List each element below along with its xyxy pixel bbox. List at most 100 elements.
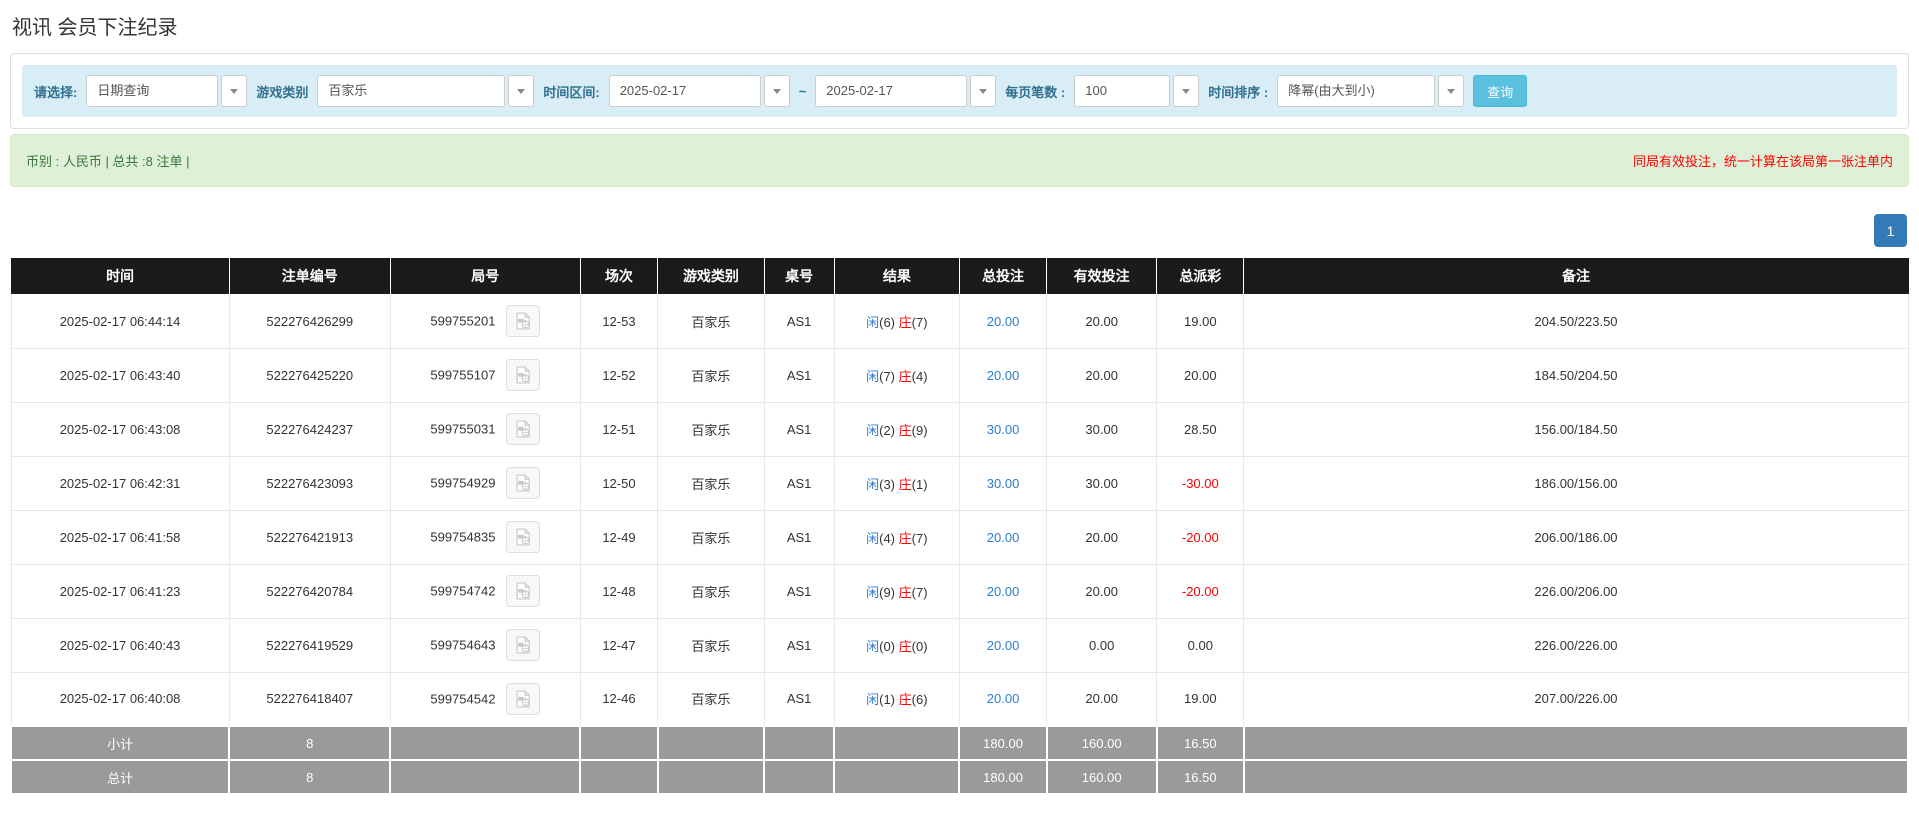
date-from-select[interactable]: 2025-02-17	[608, 75, 790, 107]
bet-no-cell: 522276423093	[228, 455, 391, 511]
sort-order-caret-button[interactable]	[1438, 75, 1465, 107]
grand-total-row: 总计 8 180.00 160.00 16.50	[9, 759, 1910, 795]
video-replay-button[interactable]	[506, 359, 541, 391]
game-type-cell: 百家乐	[657, 617, 765, 673]
game-type-value[interactable]: 百家乐	[317, 75, 506, 107]
sort-order-value[interactable]: 降幂(由大到小)	[1277, 75, 1436, 107]
game-type-cell: 百家乐	[657, 293, 765, 349]
result-banker-score: (4)	[911, 368, 928, 384]
column-header: 局号	[389, 258, 581, 295]
date-from-caret-button[interactable]	[763, 75, 790, 107]
result-player-label: 闲	[866, 584, 880, 600]
time-cell: 2025-02-17 06:43:40	[10, 347, 230, 403]
video-replay-button[interactable]	[506, 305, 541, 337]
date-to-select[interactable]: 2025-02-17	[815, 75, 997, 107]
summary-valid-bet: 160.00	[1045, 725, 1158, 761]
result-player-score: (7)	[879, 368, 896, 384]
page-button-1[interactable]: 1	[1874, 214, 1907, 247]
date-from-value[interactable]: 2025-02-17	[608, 75, 761, 107]
currency-summary-text: 币别 : 人民币 | 总共 :8 注单 |	[26, 154, 190, 169]
summary-empty	[1242, 725, 1910, 761]
result-banker-label: 庄	[898, 638, 912, 654]
date-to-caret-button[interactable]	[970, 75, 997, 107]
result-banker-label: 庄	[898, 368, 912, 384]
table-row: 2025-02-17 06:41:58 522276421913 599754835…	[10, 509, 1909, 565]
remark-cell: 226.00/206.00	[1243, 563, 1909, 619]
summary-label: 小计	[9, 725, 231, 761]
total-bet-cell[interactable]: 20.00	[958, 671, 1048, 727]
round-no: 599755107	[430, 367, 496, 383]
sort-order-label: 时间排序 :	[1208, 84, 1269, 100]
time-cell: 2025-02-17 06:40:43	[10, 617, 230, 673]
remark-cell: 186.00/156.00	[1243, 455, 1909, 511]
page-size-select[interactable]: 100	[1074, 75, 1200, 107]
round-no: 599754643	[430, 637, 496, 653]
summary-total-bet: 180.00	[958, 725, 1048, 761]
table-body: 2025-02-17 06:44:14 522276426299 599755201…	[10, 293, 1909, 727]
payout-cell: 20.00	[1156, 347, 1245, 403]
result-banker-label: 庄	[898, 530, 912, 546]
summary-empty	[579, 759, 659, 795]
summary-payout: 16.50	[1155, 725, 1245, 761]
page-size-caret-button[interactable]	[1173, 75, 1200, 107]
video-replay-button[interactable]	[506, 413, 541, 445]
result-banker-score: (1)	[911, 476, 928, 492]
video-record-icon	[516, 690, 530, 708]
page-size-label: 每页笔数 :	[1005, 84, 1066, 100]
summary-empty	[763, 725, 836, 761]
search-button[interactable]: 查询	[1473, 75, 1528, 107]
result-player-label: 闲	[866, 368, 880, 384]
result-banker-label: 庄	[898, 692, 912, 708]
page-size-value[interactable]: 100	[1074, 75, 1171, 107]
game-type-select[interactable]: 百家乐	[317, 75, 535, 107]
remark-cell: 156.00/184.50	[1243, 401, 1909, 457]
column-header: 时间	[10, 258, 230, 295]
bet-no-cell: 522276421913	[228, 509, 391, 565]
result-player-label: 闲	[866, 476, 880, 492]
game-type-cell: 百家乐	[657, 401, 765, 457]
video-record-icon	[516, 528, 530, 546]
result-banker-label: 庄	[898, 584, 912, 600]
round-no: 599755031	[430, 421, 496, 437]
chevron-down-icon	[230, 88, 239, 94]
remark-cell: 226.00/226.00	[1243, 617, 1909, 673]
game-type-caret-button[interactable]	[508, 75, 535, 107]
total-bet-cell[interactable]: 30.00	[958, 455, 1048, 511]
bet-no-cell: 522276425220	[228, 347, 391, 403]
summary-label: 总计	[9, 759, 231, 795]
sort-order-select[interactable]: 降幂(由大到小)	[1277, 75, 1465, 107]
result-player-label: 闲	[866, 638, 880, 654]
date-to-value[interactable]: 2025-02-17	[815, 75, 968, 107]
total-bet-cell[interactable]: 20.00	[958, 509, 1048, 565]
result-banker-score: (7)	[911, 530, 928, 546]
valid-bet-cell: 20.00	[1046, 293, 1158, 349]
round-no-cell: 599755107	[389, 347, 581, 403]
query-mode-select[interactable]: 日期查询	[86, 75, 248, 107]
total-bet-cell[interactable]: 20.00	[958, 563, 1048, 619]
session-cell: 12-52	[579, 347, 659, 403]
total-bet-cell[interactable]: 20.00	[958, 293, 1048, 349]
bet-records-table: 时间 注单编号 局号 场次 游戏类别 桌号 结果 总投注 有效投注 总派彩 备注 2025-02-1…	[9, 258, 1910, 795]
total-bet-cell[interactable]: 20.00	[958, 347, 1048, 403]
query-mode-caret-button[interactable]	[221, 75, 248, 107]
bet-no-cell: 522276419529	[228, 617, 391, 673]
column-header: 有效投注	[1046, 258, 1158, 295]
result-banker-score: (7)	[911, 584, 928, 600]
table-no-cell: AS1	[763, 455, 835, 511]
query-mode-value[interactable]: 日期查询	[86, 75, 219, 107]
video-replay-button[interactable]	[506, 521, 541, 553]
page-title: 视讯 会员下注纪录	[12, 17, 178, 39]
video-replay-button[interactable]	[506, 575, 541, 607]
table-row: 2025-02-17 06:41:23 522276420784 599754742…	[10, 563, 1909, 619]
total-bet-cell[interactable]: 20.00	[958, 617, 1048, 673]
total-bet-cell[interactable]: 30.00	[958, 401, 1048, 457]
video-replay-button[interactable]	[506, 682, 541, 715]
table-header-row: 时间 注单编号 局号 场次 游戏类别 桌号 结果 总投注 有效投注 总派彩 备注	[10, 258, 1909, 295]
chevron-down-icon	[517, 88, 526, 94]
video-replay-button[interactable]	[506, 467, 541, 499]
summary-empty	[389, 725, 582, 761]
result-player-score: (4)	[879, 530, 896, 546]
payout-cell: 0.00	[1156, 617, 1245, 673]
video-replay-button[interactable]	[506, 629, 541, 661]
result-banker-score: (7)	[911, 314, 928, 330]
